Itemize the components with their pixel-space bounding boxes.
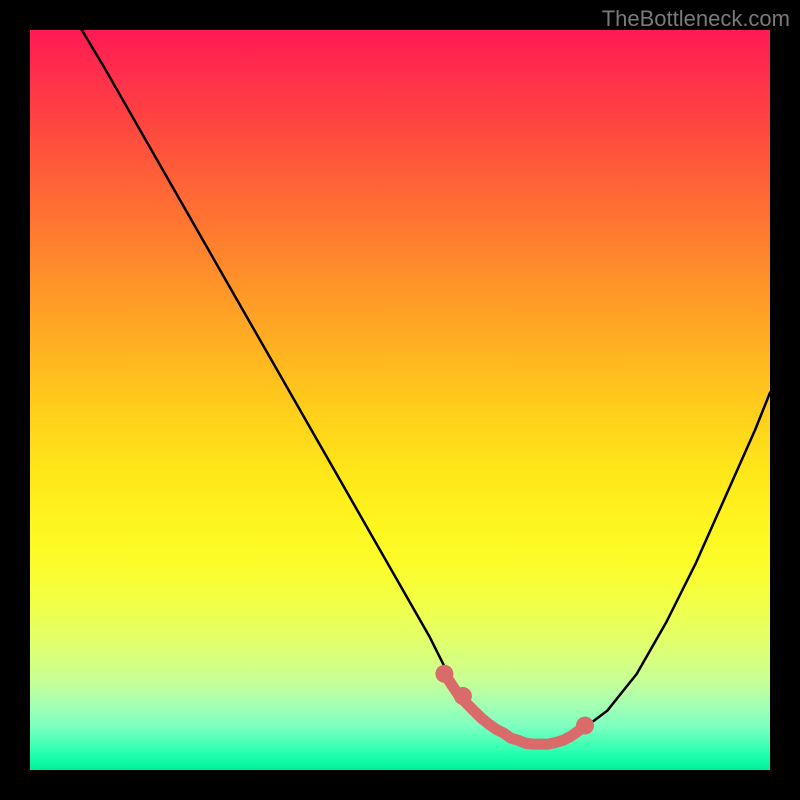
highlight-dot-1 (454, 687, 472, 705)
series-container (82, 30, 770, 744)
plot-area (30, 30, 770, 770)
highlight-dot-2 (576, 717, 594, 735)
series-bottleneck-curve (82, 30, 770, 744)
chart-svg (30, 30, 770, 770)
highlight-dots (435, 665, 594, 735)
watermark-text: TheBottleneck.com (602, 6, 790, 32)
series-highlight-segment (444, 674, 585, 744)
highlight-dot-0 (435, 665, 453, 683)
